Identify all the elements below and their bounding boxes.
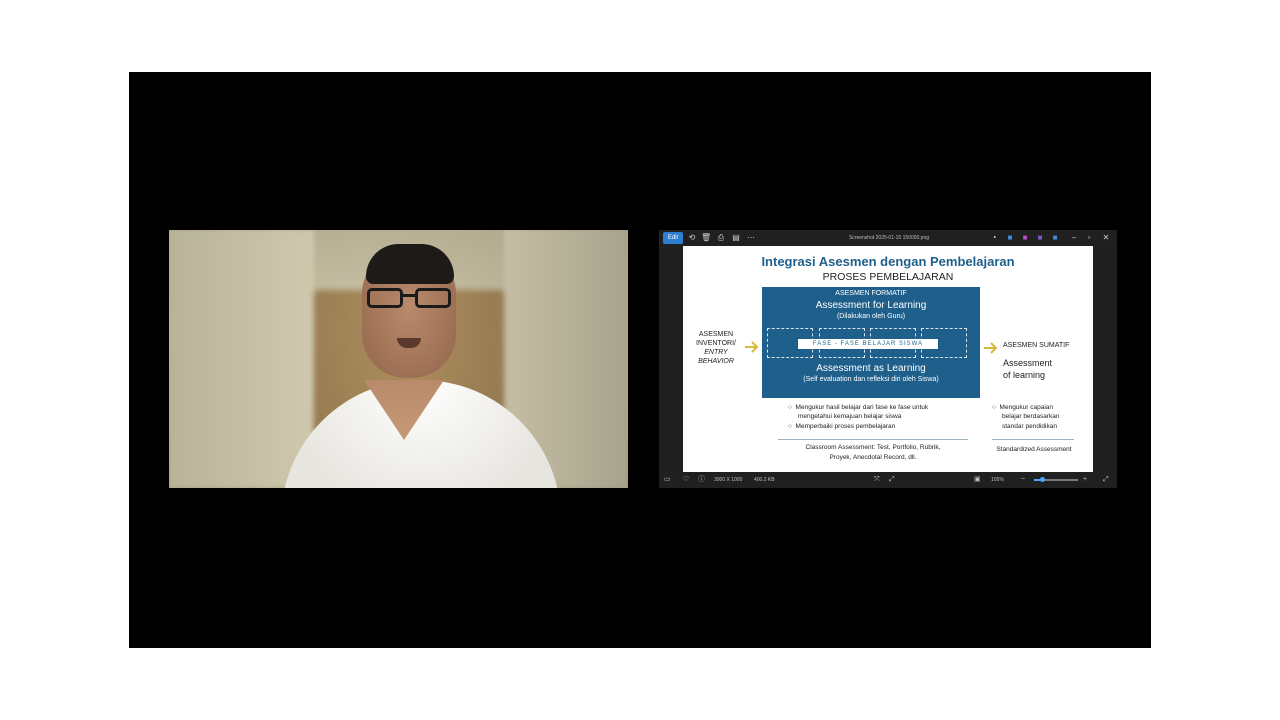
- app-icon[interactable]: ■: [1005, 232, 1015, 244]
- heart-icon[interactable]: ♡: [683, 474, 689, 486]
- fit-icon[interactable]: ⤧: [874, 474, 880, 486]
- app-icon[interactable]: ■: [1020, 232, 1030, 244]
- bullet-item: mengetahui kemajuan belajar siswa: [798, 413, 902, 420]
- divider: [778, 439, 968, 440]
- close-icon[interactable]: ✕: [1101, 232, 1111, 244]
- slide-subtitle: PROSES PEMBELAJARAN: [822, 271, 954, 283]
- arrow-right-icon: [745, 341, 759, 353]
- shared-screen-window[interactable]: Edit ⟲ 🗑 ⎙ ▤ ⋯ Screenshot 2025-01-15 150…: [659, 230, 1117, 488]
- bullet-item: ○ Mengukur capaian: [992, 404, 1054, 411]
- summative-heading: ASESMEN SUMATIF: [1003, 342, 1070, 349]
- print-icon[interactable]: ⎙: [716, 232, 726, 244]
- file-size-label: 400.2 KB: [754, 477, 775, 483]
- phase-label: FASE - FASE BELAJAR SISWA: [798, 339, 938, 349]
- person-glasses: [367, 288, 451, 310]
- background-wall: [169, 230, 314, 488]
- video-call-stage: Edit ⟲ 🗑 ⎙ ▤ ⋯ Screenshot 2025-01-15 150…: [129, 72, 1151, 648]
- zoom-level[interactable]: 105%: [991, 474, 1004, 486]
- dimensions-label: 3000 X 1000: [714, 477, 743, 483]
- bullet-item: ○ Memperbaiki proses pembelajaran: [788, 423, 896, 430]
- inventory-label: ENTRY: [704, 349, 728, 356]
- divider: [992, 439, 1074, 440]
- person-hair: [366, 244, 454, 284]
- filmstrip-icon[interactable]: ▭: [664, 474, 671, 486]
- bullet-item: standar pendidikan: [1002, 423, 1057, 430]
- of-learning-label: of learning: [1003, 370, 1046, 380]
- minimize-icon[interactable]: –: [1069, 232, 1079, 244]
- slide-title: Integrasi Asesmen dengan Pembelajaran: [761, 254, 1015, 269]
- more-icon[interactable]: ⋯: [746, 232, 756, 244]
- folder-icon[interactable]: ▤: [731, 232, 741, 244]
- standardized-assessment-text: Standardized Assessment: [996, 446, 1072, 453]
- inventory-label: ASESMEN: [698, 331, 734, 338]
- rotate-icon[interactable]: ⟲: [687, 232, 697, 244]
- slide-image: Integrasi Asesmen dengan Pembelajaran PR…: [683, 246, 1093, 472]
- self-eval-label: (Self evaluation dan refleksi diri oleh …: [803, 376, 939, 383]
- for-learning-label: Assessment for Learning: [815, 300, 927, 311]
- inventory-label: BEHAVIOR: [698, 358, 734, 365]
- bullet-item: ○ Mengukur hasil belajar dari fase ke fa…: [788, 404, 929, 411]
- info-icon[interactable]: ⓘ: [698, 474, 705, 486]
- by-teacher-label: (Dilakukan oleh Guru): [836, 313, 906, 320]
- app-icon[interactable]: ■: [1050, 232, 1060, 244]
- formative-heading: ASESMEN FORMATIF: [835, 290, 907, 297]
- actual-size-icon[interactable]: ⤢: [889, 474, 895, 486]
- classroom-assessment-text: Classroom Assessment: Test, Portfolio, R…: [805, 444, 941, 451]
- formative-assessment-box: ASESMEN FORMATIF Assessment for Learning…: [762, 287, 980, 398]
- inventory-label: INVENTORI/: [696, 340, 736, 347]
- as-learning-label: Assessment as Learning: [816, 363, 926, 374]
- of-learning-label: Assessment: [1003, 358, 1053, 368]
- maximize-icon[interactable]: ▫: [1084, 232, 1094, 244]
- zoom-out-icon[interactable]: −: [1021, 474, 1025, 486]
- participant-video[interactable]: [169, 230, 628, 488]
- fullscreen-icon[interactable]: ⤢: [1103, 474, 1109, 486]
- classroom-assessment-text: Proyek, Anecdotal Record, dll.: [829, 454, 917, 461]
- arrow-right-icon: [984, 342, 998, 354]
- bullet-item: belajar berdasarkan: [1002, 413, 1060, 420]
- edit-button[interactable]: Edit: [663, 232, 683, 244]
- slideshow-icon[interactable]: ▣: [974, 474, 981, 486]
- delete-icon[interactable]: 🗑: [701, 232, 711, 244]
- share-icon[interactable]: ◔: [989, 232, 999, 244]
- zoom-slider[interactable]: [1034, 477, 1078, 482]
- app-icon[interactable]: ■: [1035, 232, 1045, 244]
- window-title: Screenshot 2025-01-15 150000.png: [848, 235, 930, 241]
- viewer-toolbar: Edit ⟲ 🗑 ⎙ ▤ ⋯ Screenshot 2025-01-15 150…: [659, 230, 1117, 246]
- viewer-statusbar: ▭ ♡ ⓘ 3000 X 1000 400.2 KB ⤧ ⤢ ▣ 105% − …: [659, 472, 1117, 488]
- zoom-in-icon[interactable]: +: [1083, 474, 1087, 486]
